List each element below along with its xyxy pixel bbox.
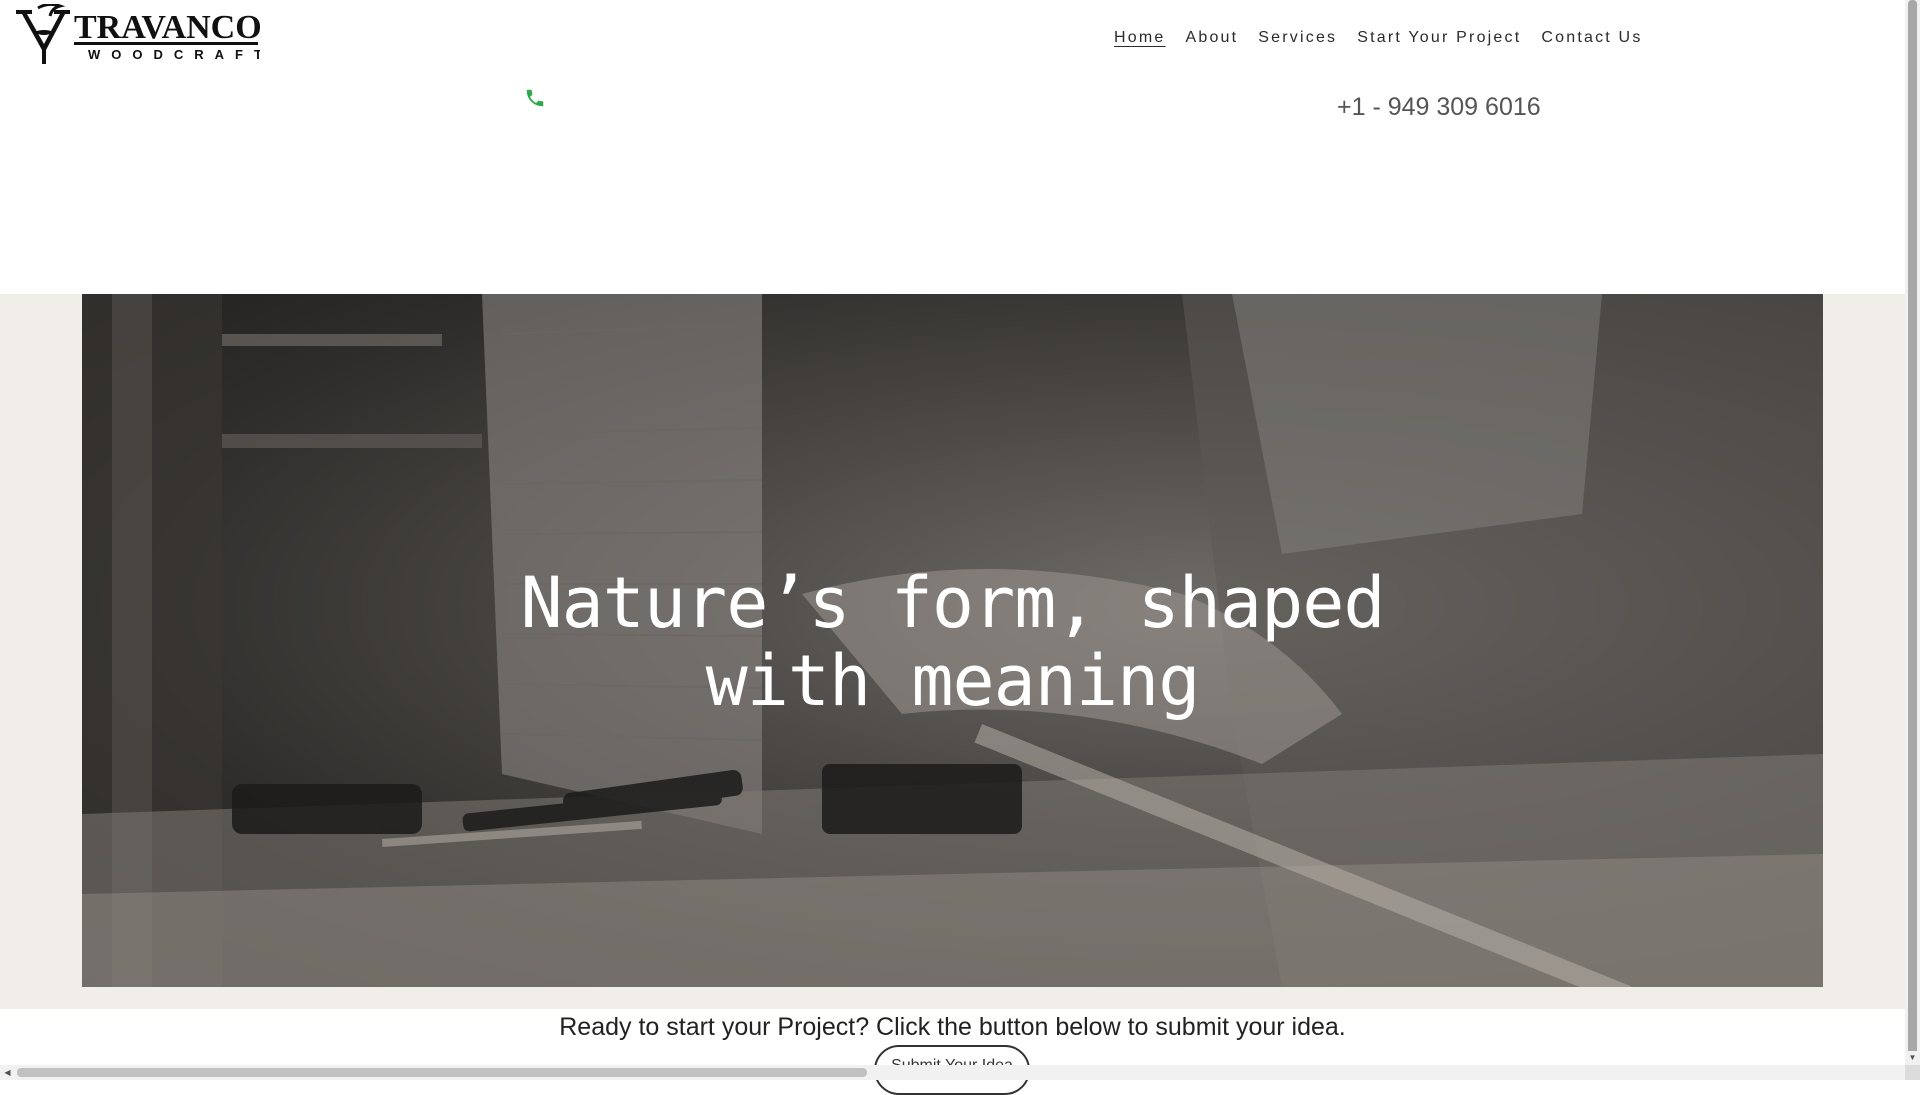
horizontal-scrollbar-thumb[interactable] bbox=[17, 1068, 867, 1077]
scrollbar-corner bbox=[1905, 1065, 1920, 1080]
site-header: TRAVANCORE WOODCRAFT Home About Services… bbox=[0, 0, 1905, 294]
nav-about[interactable]: About bbox=[1185, 24, 1238, 52]
phone-icon bbox=[524, 87, 546, 109]
nav-contact-us[interactable]: Contact Us bbox=[1541, 24, 1642, 52]
hero-banner: Nature’s form, shaped with meaning bbox=[82, 294, 1823, 987]
hero-title: Nature’s form, shaped with meaning bbox=[520, 562, 1385, 722]
scroll-left-arrow-icon[interactable]: ◀ bbox=[0, 1065, 15, 1080]
nav-services[interactable]: Services bbox=[1258, 24, 1337, 52]
scroll-down-arrow-icon[interactable]: ▼ bbox=[1905, 1051, 1920, 1065]
brand-tagline: WOODCRAFT bbox=[88, 47, 260, 62]
phone-number[interactable]: +1 - 949 309 6016 bbox=[1337, 91, 1541, 123]
travancore-woodcraft-logo[interactable]: TRAVANCORE WOODCRAFT bbox=[10, 4, 260, 66]
logo-mark: TRAVANCORE WOODCRAFT bbox=[16, 4, 260, 64]
main-nav: Home About Services Start Your Project C… bbox=[1114, 24, 1663, 52]
cta-text: Ready to start your Project? Click the b… bbox=[559, 1013, 1346, 1041]
nav-home[interactable]: Home bbox=[1114, 24, 1165, 52]
nav-start-your-project[interactable]: Start Your Project bbox=[1357, 24, 1521, 52]
brand-name: TRAVANCORE bbox=[74, 9, 260, 46]
vertical-scrollbar-thumb[interactable] bbox=[1908, 0, 1917, 1065]
